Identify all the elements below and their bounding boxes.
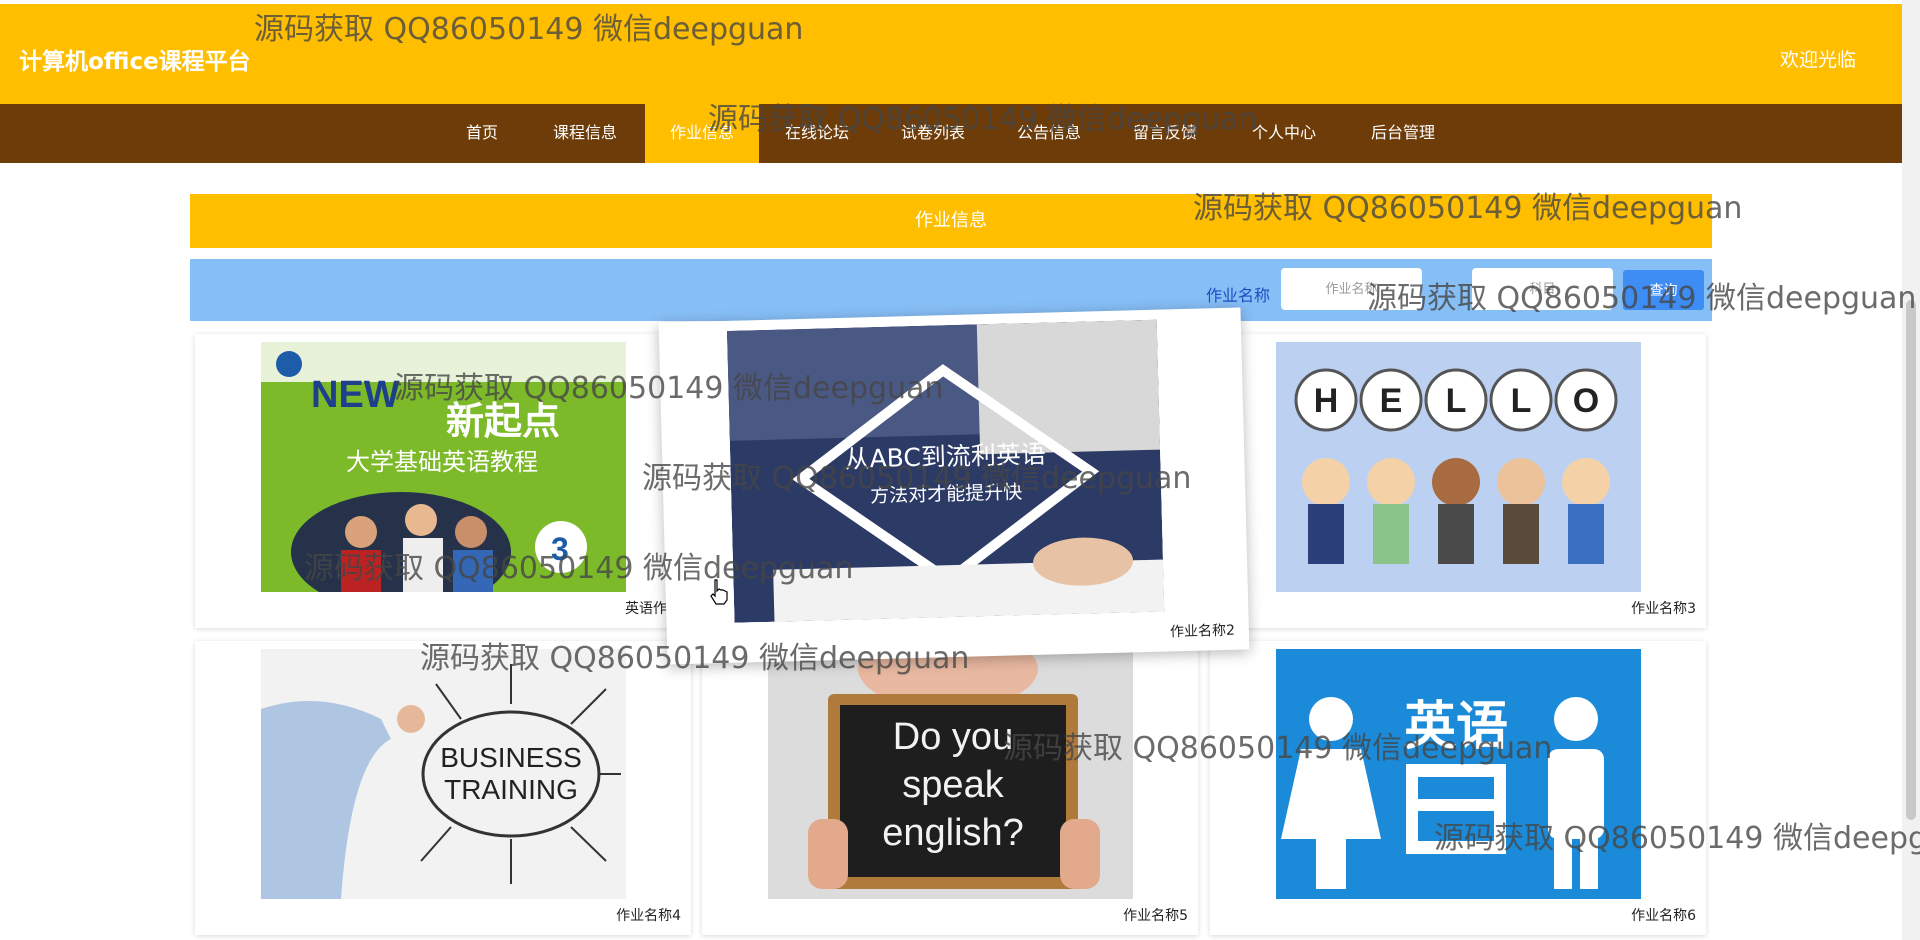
nav-item-admin[interactable]: 后台管理 xyxy=(1360,104,1446,163)
hello-letter: E xyxy=(1380,382,1403,420)
abc-line1: 从ABC到流利英语 xyxy=(844,440,1046,474)
textbook-subtitle: 大学基础英语教程 xyxy=(346,448,538,476)
hand-cursor-icon xyxy=(710,579,728,605)
homework-thumbnail[interactable]: BUSINESS TRAINING xyxy=(261,649,626,899)
welcome-text: 欢迎光临 xyxy=(1779,49,1856,71)
course-input[interactable] xyxy=(1472,268,1613,310)
search-label: 作业名称 xyxy=(1206,286,1271,305)
english-conversation-image: 英语 xyxy=(1276,649,1641,899)
nav-item-exams[interactable]: 试卷列表 xyxy=(890,104,976,163)
homework-card[interactable]: BUSINESS TRAINING 作业名称4 xyxy=(195,641,691,935)
search-button[interactable]: 查询 xyxy=(1623,270,1704,310)
homework-thumbnail[interactable]: 从ABC到流利英语 方法对才能提升快 xyxy=(726,319,1165,623)
hello-letter: O xyxy=(1573,382,1599,420)
svg-text:3: 3 xyxy=(551,531,569,567)
hello-letter: H xyxy=(1314,382,1339,420)
business-line2: TRAINING xyxy=(444,774,578,805)
nav-item-homework[interactable]: 作业信息 xyxy=(645,104,759,163)
homework-thumbnail[interactable]: 英语 xyxy=(1276,649,1641,899)
page-scrollbar[interactable] xyxy=(1902,0,1920,940)
homework-thumbnail[interactable]: NEW 新起点 大学基础英语教程 3 xyxy=(261,342,626,592)
top-header: 计算机office课程平台 欢迎光临 xyxy=(0,4,1902,104)
homework-card[interactable]: Do you speak english? 作业名称5 xyxy=(702,641,1198,935)
card-caption[interactable]: 作业名称3 xyxy=(1631,598,1696,618)
scrollbar-thumb[interactable] xyxy=(1906,300,1916,820)
textbook-title: 新起点 xyxy=(446,399,560,443)
nav-item-forum[interactable]: 在线论坛 xyxy=(774,104,860,163)
nav-item-home[interactable]: 首页 xyxy=(444,104,520,163)
svg-text:NEW: NEW xyxy=(311,374,400,416)
chalk-line1: Do you xyxy=(893,716,1013,758)
chalkboard-image: Do you speak english? xyxy=(768,649,1133,899)
page-title: 作业信息 xyxy=(190,194,1712,248)
nav-item-notices[interactable]: 公告信息 xyxy=(1006,104,1092,163)
homework-thumbnail[interactable]: Do you speak english? xyxy=(768,649,1133,899)
card-caption[interactable]: 作业名称4 xyxy=(616,905,681,925)
homework-name-input[interactable] xyxy=(1281,268,1422,310)
main-nav: 首页 课程信息 作业信息 在线论坛 试卷列表 公告信息 留言反馈 个人中心 后台… xyxy=(0,104,1902,163)
nav-item-profile[interactable]: 个人中心 xyxy=(1241,104,1327,163)
site-title[interactable]: 计算机office课程平台 xyxy=(19,42,251,76)
textbook-cover-image: NEW 新起点 大学基础英语教程 3 xyxy=(261,342,626,592)
card-caption[interactable]: 作业名称2 xyxy=(1170,620,1235,642)
card-caption[interactable]: 作业名称5 xyxy=(1123,905,1188,925)
chalk-line2: speak xyxy=(902,764,1004,806)
nav-item-feedback[interactable]: 留言反馈 xyxy=(1122,104,1208,163)
abc-english-image: 从ABC到流利英语 方法对才能提升快 xyxy=(726,319,1165,623)
homework-card-hovered[interactable]: 从ABC到流利英语 方法对才能提升快 作业名称2 xyxy=(658,307,1250,665)
nav-item-courses[interactable]: 课程信息 xyxy=(542,104,628,163)
homework-card[interactable]: NEW 新起点 大学基础英语教程 3 英语作业 xyxy=(195,334,691,628)
business-training-image: BUSINESS TRAINING xyxy=(261,649,626,899)
homework-thumbnail[interactable]: H E L L O xyxy=(1276,342,1641,592)
hello-letter: L xyxy=(1511,382,1532,420)
chalk-line3: english? xyxy=(882,812,1024,854)
abc-line2: 方法对才能提升快 xyxy=(870,481,1023,507)
hello-letter: L xyxy=(1446,382,1467,420)
homework-card[interactable]: H E L L O 作业名称3 xyxy=(1210,334,1706,628)
homework-card[interactable]: 英语 作业名称6 xyxy=(1210,641,1706,935)
business-line1: BUSINESS xyxy=(440,742,582,773)
search-bar: 作业名称 查询 xyxy=(190,259,1712,321)
hello-cartoon-image: H E L L O xyxy=(1276,342,1641,592)
english-icon-text: 英语 xyxy=(1404,697,1508,757)
card-caption[interactable]: 作业名称6 xyxy=(1631,905,1696,925)
